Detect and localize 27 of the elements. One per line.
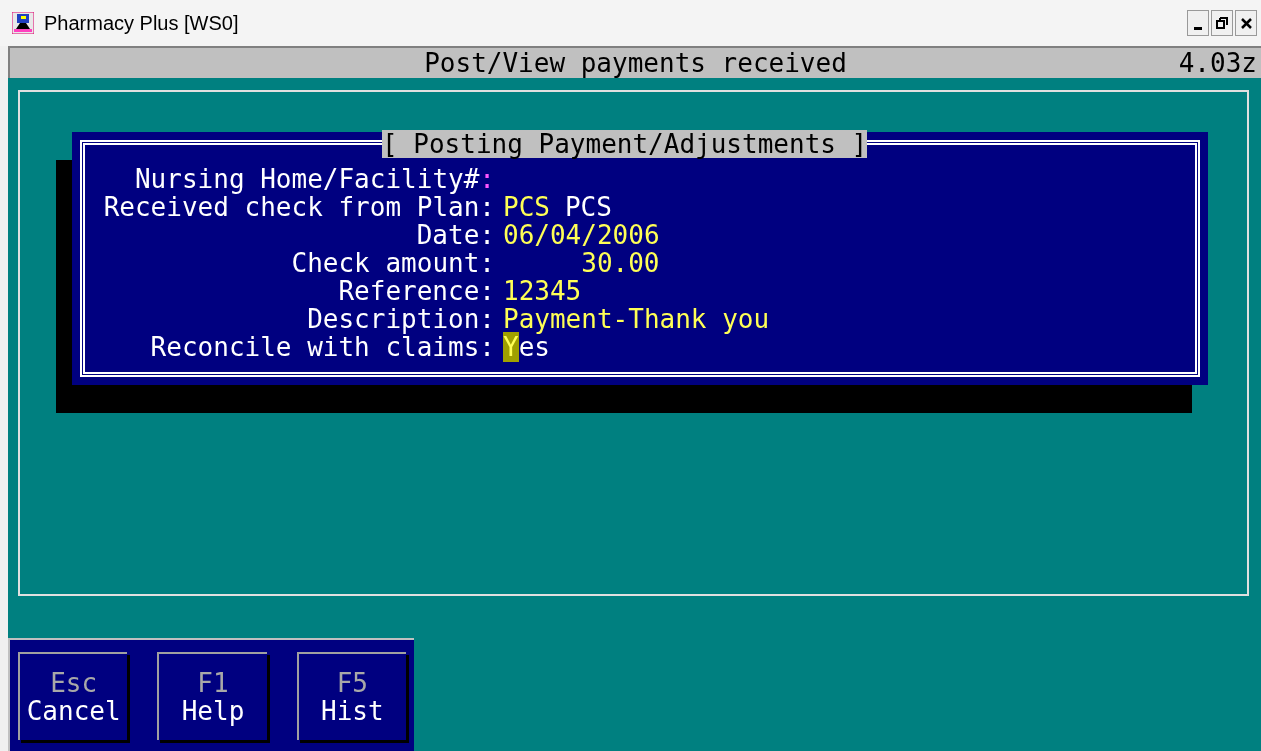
function-key-button[interactable]: F1 Help (157, 651, 267, 740)
field-value[interactable]: 30.00 (581, 248, 660, 278)
field-label: Received check from Plan: (102, 193, 495, 221)
field-label: Nursing Home/Facility#: (133, 165, 495, 193)
field-value[interactable]: Payment-Thank you (503, 304, 770, 334)
window-title: Pharmacy Plus [WS0] (44, 11, 239, 36)
field-value[interactable]: 12345 (503, 276, 582, 306)
screen-title: Post/View payments received (424, 49, 847, 77)
restore-button[interactable] (1211, 10, 1233, 36)
function-key-button[interactable]: F5 Hist (296, 651, 406, 740)
field-label: Reference: (337, 277, 495, 305)
close-button[interactable] (1235, 10, 1257, 36)
field-label: Reconcile with claims: (149, 333, 495, 361)
minimize-icon (1194, 27, 1202, 30)
field-value[interactable]: 06/04/2006 (503, 220, 660, 250)
plan-code: PCS (503, 193, 550, 221)
pharmacy-app-icon (12, 12, 34, 34)
version-label: 4.03z (1178, 49, 1257, 77)
close-icon (1240, 17, 1252, 29)
plan-name: PCS (564, 193, 612, 221)
minimize-button[interactable] (1187, 10, 1209, 36)
function-key-button[interactable]: Esc Cancel (18, 651, 128, 740)
restore-icon (1216, 17, 1228, 29)
dialog-title: [ Posting Payment/Adjustments ] (382, 130, 868, 158)
field-label: Description: (306, 305, 495, 333)
field-label: Check amount: (290, 249, 495, 277)
field-label: Date: (415, 221, 495, 249)
